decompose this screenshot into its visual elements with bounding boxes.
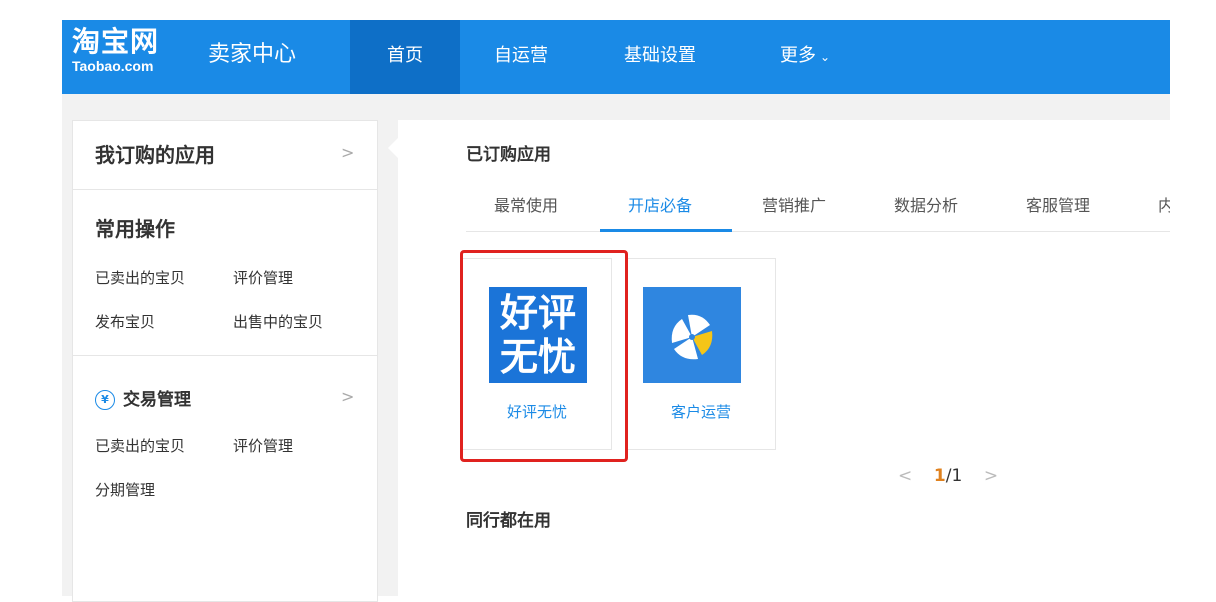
- sold-items-link-2[interactable]: 已卖出的宝贝: [95, 435, 185, 456]
- panel-pointer: [388, 138, 398, 158]
- seller-center-title[interactable]: 卖家中心: [208, 40, 296, 70]
- total-pages: /1: [945, 466, 963, 486]
- tab-store-essentials[interactable]: 开店必备: [628, 192, 692, 216]
- tab-customer-service[interactable]: 客服管理: [1026, 192, 1090, 216]
- yen-icon: ¥: [95, 390, 115, 410]
- app-card-customer-ops[interactable]: 客户运营: [626, 258, 776, 450]
- divider: [73, 355, 377, 356]
- chevron-right-icon[interactable]: >: [341, 387, 354, 406]
- nav-self-operation[interactable]: 自运营: [494, 20, 548, 94]
- tabs-divider: [466, 231, 1170, 232]
- active-tab-indicator: [600, 229, 732, 232]
- nav-home[interactable]: 首页: [350, 20, 460, 94]
- publish-item-link[interactable]: 发布宝贝: [95, 311, 155, 332]
- prev-page-icon[interactable]: <: [898, 466, 912, 486]
- next-page-icon[interactable]: >: [984, 466, 998, 486]
- logo-chinese: 淘宝网: [72, 25, 160, 58]
- common-actions-title: 常用操作: [95, 217, 175, 241]
- subscribed-apps-link[interactable]: 我订购的应用: [95, 139, 215, 168]
- current-page: 1: [933, 466, 946, 486]
- chevron-right-icon[interactable]: >: [341, 143, 354, 162]
- logo-english: Taobao.com: [72, 58, 154, 74]
- nav-basic-settings[interactable]: 基础设置: [624, 20, 696, 94]
- review-management-link[interactable]: 评价管理: [233, 267, 293, 288]
- installment-management-link[interactable]: 分期管理: [95, 479, 155, 500]
- app-name: 客户运营: [670, 403, 731, 421]
- tab-data-analysis[interactable]: 数据分析: [894, 192, 958, 216]
- peers-using-heading: 同行都在用: [466, 511, 551, 531]
- pagination: < 1/1 >: [898, 466, 998, 486]
- sold-items-link[interactable]: 已卖出的宝贝: [95, 267, 185, 288]
- items-on-sale-link[interactable]: 出售中的宝贝: [233, 311, 323, 332]
- sidebar: 我订购的应用 > 常用操作 已卖出的宝贝 评价管理 发布宝贝 出售中的宝贝 ¥ 交…: [72, 120, 378, 602]
- chevron-down-icon: ⌄: [820, 50, 831, 64]
- trade-management-label: 交易管理: [123, 390, 191, 410]
- tab-truncated[interactable]: 内: [1158, 192, 1170, 216]
- top-nav-bar: 淘宝网 Taobao.com 卖家中心 首页 自运营 基础设置 更多 ⌄: [62, 20, 1170, 94]
- tab-marketing[interactable]: 营销推广: [762, 192, 826, 216]
- nav-more-label: 更多: [780, 45, 816, 66]
- taobao-logo[interactable]: 淘宝网 Taobao.com: [72, 25, 160, 75]
- pinwheel-icon: [643, 287, 741, 383]
- subscribed-apps-heading: 已订购应用: [466, 145, 551, 165]
- tab-most-used[interactable]: 最常使用: [494, 192, 558, 216]
- nav-more[interactable]: 更多 ⌄: [780, 20, 830, 94]
- divider: [73, 189, 377, 190]
- trade-management-title[interactable]: ¥ 交易管理: [95, 385, 191, 410]
- highlight-box: [460, 250, 628, 462]
- review-management-link-2[interactable]: 评价管理: [233, 435, 293, 456]
